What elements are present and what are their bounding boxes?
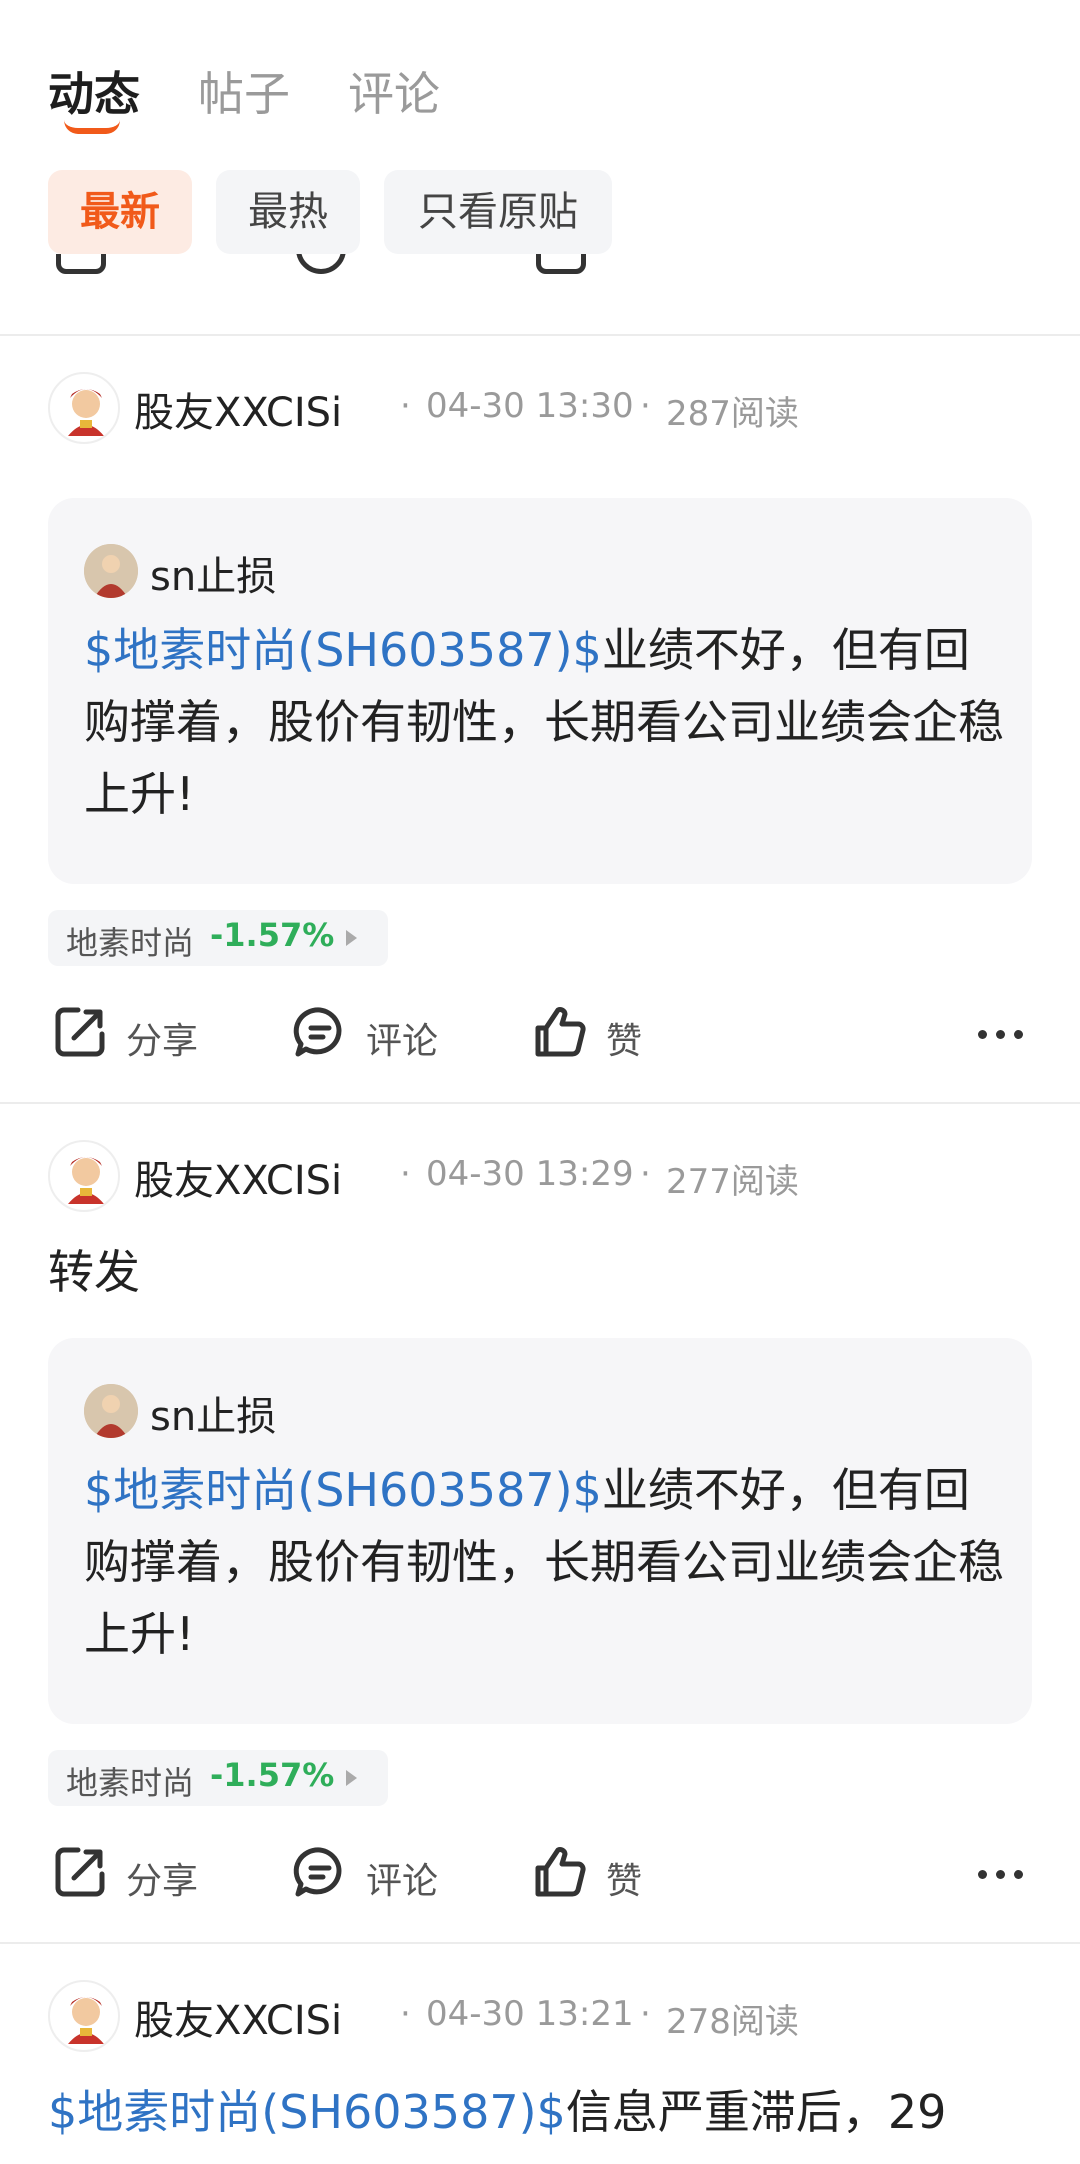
stock-link[interactable]: $地素时尚(SH603587)$: [48, 2085, 566, 2139]
tab-tiezi[interactable]: 帖子: [198, 58, 290, 124]
previous-post-actions-partial: [0, 254, 1080, 334]
post-header: 股友XXCISi · 04-30 13:30 · 287阅读: [48, 372, 1048, 444]
stock-link[interactable]: $地素时尚(SH603587)$: [84, 623, 602, 677]
comment-label: 评论: [366, 1021, 439, 1062]
comment-icon: [293, 1847, 342, 1897]
post-text: 转发: [48, 1245, 140, 1299]
tab-pinglun[interactable]: 评论: [348, 58, 440, 124]
share-label: 分享: [126, 1021, 199, 1062]
tab-dongtai[interactable]: 动态: [48, 58, 140, 124]
share-label: 分享: [126, 1861, 199, 1902]
share-icon: [55, 1847, 105, 1897]
comment-icon: [293, 1007, 342, 1057]
avatar[interactable]: [84, 544, 138, 598]
share-icon: [55, 1007, 105, 1057]
more-options-icon[interactable]: [978, 1870, 1024, 1880]
quoted-content: $地素时尚(SH603587)$业绩不好，但有回购撑着，股价有韧性，长期看公司业…: [84, 1454, 1004, 1670]
top-tabs: 动态 帖子 评论: [0, 0, 1080, 150]
meta-dot: ·: [640, 1154, 651, 1194]
avatar-icon: [84, 1384, 138, 1438]
quoted-username[interactable]: sn止损: [150, 1384, 276, 1442]
thumbs-up-icon: [535, 1847, 586, 1897]
stock-link[interactable]: $地素时尚(SH603587)$: [84, 1463, 602, 1517]
like-label: 赞: [606, 1861, 643, 1902]
post-time: 04-30 13:30: [426, 386, 634, 426]
comment-icon: [296, 254, 346, 274]
avatar-icon: [68, 389, 104, 436]
avatar[interactable]: [48, 1140, 120, 1212]
post-body: 信息严重滞后，29: [565, 2085, 947, 2139]
post-username[interactable]: 股友XXCISi: [134, 380, 342, 438]
divider: [0, 1942, 1080, 1944]
quoted-content: $地素时尚(SH603587)$业绩不好，但有回购撑着，股价有韧性，长期看公司业…: [84, 614, 1004, 830]
avatar[interactable]: [84, 1384, 138, 1438]
read-count: 278阅读: [666, 2002, 799, 2042]
quoted-username[interactable]: sn止损: [150, 544, 276, 602]
meta-dot: ·: [400, 386, 411, 426]
share-icon: [56, 254, 106, 274]
post-time: 04-30 13:29: [426, 1154, 634, 1194]
filter-original-only[interactable]: 只看原贴: [384, 170, 612, 254]
more-options-icon[interactable]: [978, 1030, 1024, 1040]
like-button[interactable]: 赞: [532, 994, 662, 1074]
stock-change: -1.57%: [210, 916, 335, 954]
comment-button[interactable]: 评论: [292, 1834, 452, 1914]
divider: [0, 1102, 1080, 1104]
stock-name: 地素时尚: [66, 1764, 195, 1802]
like-label: 赞: [606, 1021, 643, 1062]
quoted-post[interactable]: sn止损 $地素时尚(SH603587)$业绩不好，但有回购撑着，股价有韧性，长…: [48, 498, 1032, 884]
post-time: 04-30 13:21: [426, 1994, 634, 2034]
like-icon: [536, 254, 586, 274]
post-username[interactable]: 股友XXCISi: [134, 1988, 342, 2046]
avatar-icon: [68, 1157, 104, 1204]
filter-latest[interactable]: 最新: [48, 170, 192, 254]
avatar-icon: [68, 1997, 104, 2044]
play-arrow-icon: [346, 930, 357, 946]
stock-tag[interactable]: 地素时尚 -1.57%: [48, 910, 388, 966]
post-card[interactable]: 股友XXCISi · 04-30 13:21 · 278阅读 $地素时尚(SH6…: [0, 1980, 1080, 2164]
quoted-post[interactable]: sn止损 $地素时尚(SH603587)$业绩不好，但有回购撑着，股价有韧性，长…: [48, 1338, 1032, 1724]
thumbs-up-icon: [535, 1007, 586, 1057]
comment-button[interactable]: 评论: [292, 994, 452, 1074]
meta-dot: ·: [400, 1154, 411, 1194]
post-card[interactable]: 股友XXCISi · 04-30 13:30 · 287阅读 sn止损 $地素时…: [0, 372, 1080, 1072]
post-card[interactable]: 股友XXCISi · 04-30 13:29 · 277阅读 转发 sn止损 $…: [0, 1140, 1080, 1910]
stock-name: 地素时尚: [66, 924, 195, 962]
filter-hot[interactable]: 最热: [216, 170, 360, 254]
post-actions: 分享 评论 赞: [0, 1834, 1080, 1914]
read-count: 287阅读: [666, 394, 799, 434]
post-text: $地素时尚(SH603587)$信息严重滞后，29: [48, 2076, 1038, 2148]
meta-dot: ·: [640, 1994, 651, 2034]
share-button[interactable]: 分享: [52, 994, 212, 1074]
avatar-icon: [84, 544, 138, 598]
comment-label: 评论: [366, 1861, 439, 1902]
read-count: 277阅读: [666, 1162, 799, 1202]
post-username[interactable]: 股友XXCISi: [134, 1148, 342, 1206]
active-tab-indicator: [64, 120, 120, 134]
avatar[interactable]: [48, 372, 120, 444]
stock-tag[interactable]: 地素时尚 -1.57%: [48, 1750, 388, 1806]
avatar[interactable]: [48, 1980, 120, 2052]
play-arrow-icon: [346, 1770, 357, 1786]
filter-chips: 最新 最热 只看原贴: [48, 170, 1048, 254]
share-button[interactable]: 分享: [52, 1834, 212, 1914]
meta-dot: ·: [640, 386, 651, 426]
post-actions: 分享 评论 赞: [0, 994, 1080, 1074]
divider: [0, 334, 1080, 336]
meta-dot: ·: [400, 1994, 411, 2034]
stock-change: -1.57%: [210, 1756, 335, 1794]
like-button[interactable]: 赞: [532, 1834, 662, 1914]
post-header: 股友XXCISi · 04-30 13:21 · 278阅读: [48, 1980, 1048, 2052]
post-header: 股友XXCISi · 04-30 13:29 · 277阅读: [48, 1140, 1048, 1212]
